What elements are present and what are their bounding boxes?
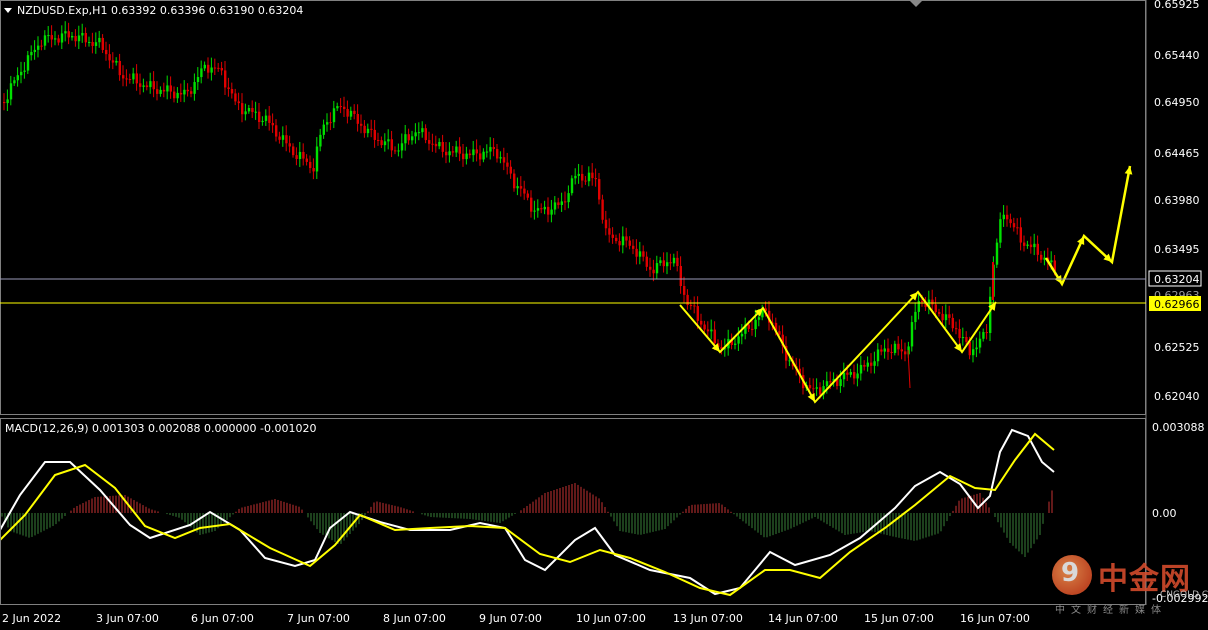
price-label: 0.62040 [1154, 390, 1200, 403]
price-label: 0.64950 [1154, 96, 1200, 109]
time-label: 10 Jun 07:00 [576, 612, 646, 625]
time-label: 2 Jun 2022 [2, 612, 61, 625]
time-label: 8 Jun 07:00 [383, 612, 446, 625]
symbol-header: NZDUSD.Exp,H1 0.63392 0.63396 0.63190 0.… [4, 4, 303, 17]
time-label: 15 Jun 07:00 [864, 612, 934, 625]
time-label: 6 Jun 07:00 [191, 612, 254, 625]
price-label: 0.65440 [1154, 49, 1200, 62]
logo-icon: 9 [1052, 555, 1092, 595]
price-label: 0.62525 [1154, 341, 1200, 354]
price-axis: 0.65925 0.65440 0.64950 0.64465 0.63980 … [1148, 0, 1202, 403]
level-price-tag: 0.62963 0.62966 [1149, 289, 1201, 311]
current-price-tag: 0.63204 [1148, 270, 1202, 287]
macd-header-text: MACD(12,26,9) 0.001303 0.002088 0.000000… [5, 422, 316, 435]
watermark-site: CNGOLD.COM.CN [1160, 590, 1208, 600]
macd-indicator [0, 428, 1055, 597]
symbol-ohlc-text: NZDUSD.Exp,H1 0.63392 0.63396 0.63190 0.… [17, 4, 303, 17]
time-axis: 2 Jun 2022 3 Jun 07:00 6 Jun 07:00 7 Jun… [2, 612, 1030, 625]
current-price-label: 0.63204 [1154, 273, 1200, 286]
time-label: 3 Jun 07:00 [96, 612, 159, 625]
dropdown-triangle-icon[interactable] [4, 8, 12, 13]
macd-label: 0.003088 [1152, 421, 1205, 434]
chart-window[interactable]: NZDUSD.Exp,H1 0.63392 0.63396 0.63190 0.… [0, 0, 1208, 626]
scroll-marker-icon[interactable] [909, 0, 923, 7]
price-label: 0.65925 [1154, 0, 1200, 11]
macd-label: 0.00 [1152, 507, 1177, 520]
price-label: 0.64465 [1154, 147, 1200, 160]
candlestick-series [3, 21, 1056, 400]
trend-annotations [679, 165, 1133, 404]
time-label: 13 Jun 07:00 [673, 612, 743, 625]
time-label: 16 Jun 07:00 [960, 612, 1030, 625]
watermark: 9 中金网 CNGOLD.COM.CN 中文财经新媒体 [1050, 553, 1208, 616]
price-label: 0.63495 [1154, 243, 1200, 256]
watermark-slogan: 中文财经新媒体 [1055, 605, 1167, 616]
level-price-label: 0.62966 [1154, 298, 1200, 311]
time-label: 14 Jun 07:00 [768, 612, 838, 625]
price-label: 0.63980 [1154, 194, 1200, 207]
price-chart[interactable]: NZDUSD.Exp,H1 0.63392 0.63396 0.63190 0.… [0, 0, 1208, 626]
time-label: 7 Jun 07:00 [287, 612, 350, 625]
time-label: 9 Jun 07:00 [479, 612, 542, 625]
